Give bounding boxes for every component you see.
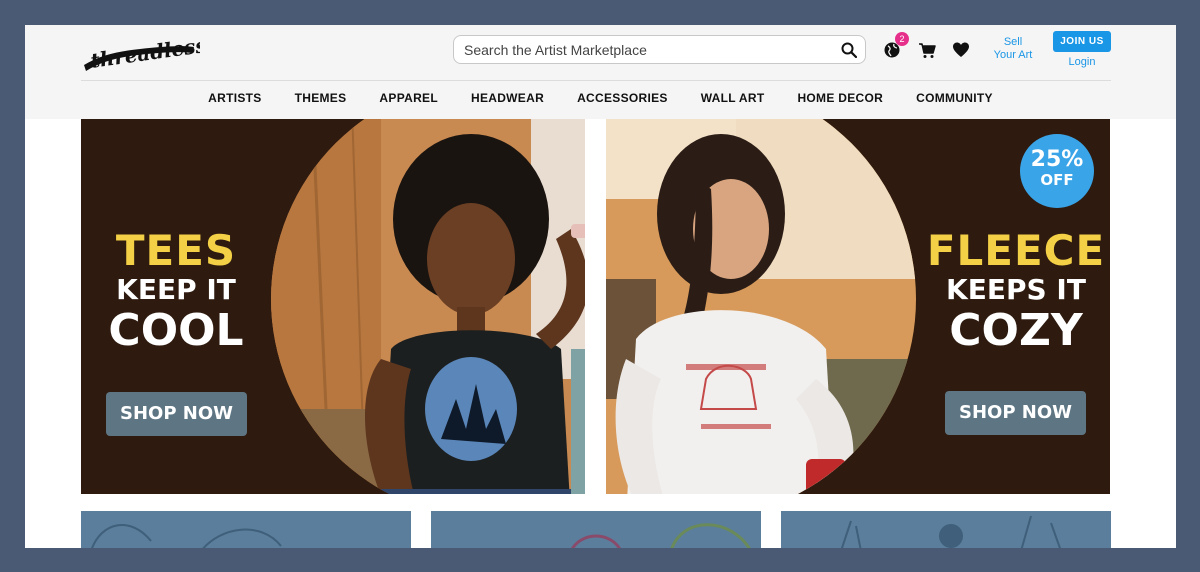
tees-banner[interactable]: TEES KEEP IT COOL SHOP NOW (81, 119, 585, 494)
nav-item-artists[interactable]: ARTISTS (192, 86, 278, 110)
join-us-button[interactable]: JOIN US (1053, 31, 1111, 52)
login-link[interactable]: Login (1058, 56, 1106, 68)
fleece-headline-line3: COZY (949, 305, 1083, 356)
fleece-headline-line2: KEEPS IT (946, 273, 1086, 306)
tees-model-photo (271, 119, 585, 494)
site-header: threadless 2 Sell Your Art (25, 25, 1176, 119)
tees-headline: TEES KEEP IT COOL (81, 229, 276, 355)
nav-item-community[interactable]: COMMUNITY (900, 86, 1010, 110)
cart-icon[interactable] (918, 41, 936, 59)
search-bar[interactable] (453, 35, 866, 64)
search-input[interactable] (464, 36, 824, 63)
threadless-logo[interactable]: threadless (80, 31, 208, 75)
promo-value: 25% (1030, 147, 1084, 172)
category-tile[interactable] (431, 511, 761, 548)
nav-item-themes[interactable]: THEMES (278, 86, 363, 110)
nav-item-apparel[interactable]: APPAREL (363, 86, 455, 110)
sell-line2: Your Art (993, 49, 1033, 61)
nav-item-accessories[interactable]: ACCESSORIES (561, 86, 685, 110)
search-icon[interactable] (841, 42, 857, 58)
fleece-headline: FLEECE KEEPS IT COZY (916, 229, 1110, 355)
tees-headline-line3: COOL (108, 305, 244, 356)
promo-label: OFF (1040, 171, 1074, 189)
svg-text:threadless: threadless (89, 33, 200, 73)
tees-headline-line1: TEES (115, 226, 237, 275)
fleece-model-photo (606, 119, 916, 494)
promo-badge: 25% OFF (1020, 134, 1094, 208)
shop-now-tees-button[interactable]: SHOP NOW (106, 392, 247, 436)
nav-item-wall-art[interactable]: WALL ART (684, 86, 781, 110)
sell-line1: Sell (1003, 36, 1023, 48)
header-divider (81, 80, 1111, 81)
notification-badge: 2 (895, 32, 909, 46)
category-tile[interactable] (781, 511, 1111, 548)
fleece-banner[interactable]: 25% OFF FLEECE KEEPS IT COZY SHOP NOW (606, 119, 1110, 494)
nav-item-headwear[interactable]: HEADWEAR (454, 86, 560, 110)
browser-page: threadless 2 Sell Your Art (25, 25, 1176, 548)
nav-item-home-decor[interactable]: HOME DECOR (781, 86, 900, 110)
main-nav: ARTISTS THEMES APPAREL HEADWEAR ACCESSOR… (25, 86, 1176, 110)
category-tile[interactable] (81, 511, 411, 548)
sell-your-art-link[interactable]: Sell Your Art (991, 36, 1035, 62)
shop-now-fleece-button[interactable]: SHOP NOW (945, 391, 1086, 435)
fleece-headline-line1: FLEECE (926, 226, 1106, 275)
heart-icon[interactable] (952, 41, 970, 59)
tees-headline-line2: KEEP IT (116, 273, 236, 306)
